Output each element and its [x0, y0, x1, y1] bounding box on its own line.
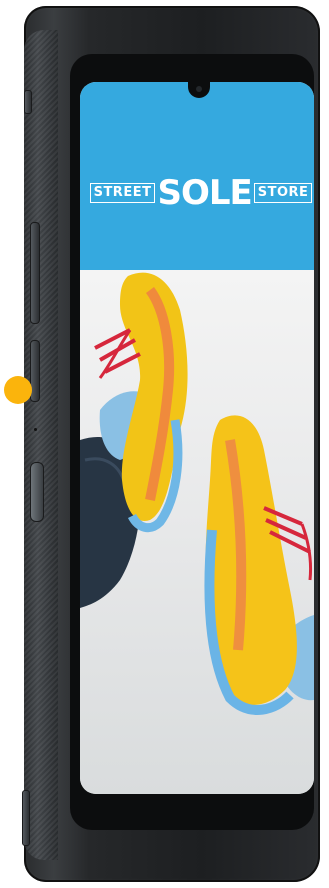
- indicator-dot-icon[interactable]: [4, 376, 32, 404]
- volume-up-button: [30, 222, 40, 324]
- scan-trigger-button: [30, 462, 44, 522]
- sneaker-photo: [80, 270, 314, 794]
- logo-left-word: STREET: [89, 183, 156, 203]
- bottom-side-button: [22, 790, 30, 846]
- logo-right-word: STORE: [253, 183, 313, 203]
- logo-center-word: SOLE: [157, 173, 252, 213]
- phone-screen: STREET SOLE STORE: [80, 82, 314, 794]
- top-side-port: [24, 90, 32, 114]
- phone-side-edge: [24, 30, 58, 860]
- store-logo: STREET SOLE STORE: [89, 172, 313, 214]
- sneaker-illustration: [80, 272, 314, 715]
- store-banner: STREET SOLE STORE: [80, 82, 314, 270]
- product-image-stage: STREET SOLE STORE: [0, 0, 329, 888]
- microphone-hole: [34, 428, 37, 431]
- camera-icon: [196, 86, 202, 92]
